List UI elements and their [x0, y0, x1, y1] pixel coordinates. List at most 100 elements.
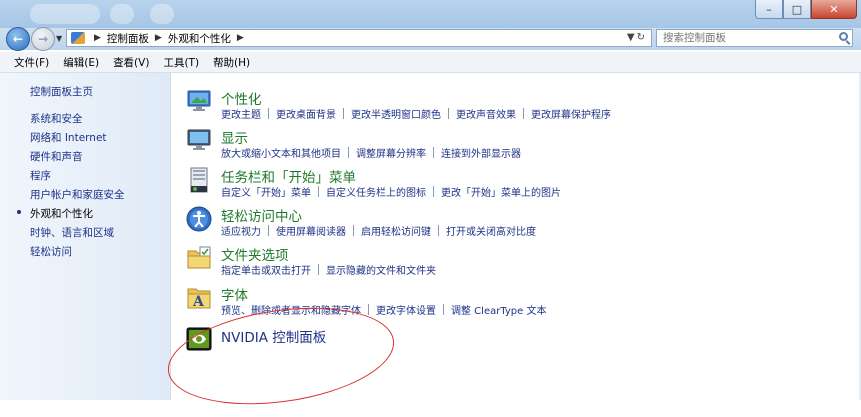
- link-change-desktop-background[interactable]: 更改桌面背景: [276, 106, 336, 121]
- menu-bar: 文件(F) 编辑(E) 查看(V) 工具(T) 帮助(H): [0, 52, 861, 73]
- chevron-right-icon[interactable]: ▶: [237, 33, 244, 43]
- link-divider: [348, 147, 349, 158]
- sidebar-item-user-accounts[interactable]: 用户帐户和家庭安全: [30, 187, 125, 202]
- link-change-window-color[interactable]: 更改半透明窗口颜色: [351, 106, 441, 121]
- link-customize-taskbar-icons[interactable]: 自定义任务栏上的图标: [326, 184, 426, 199]
- link-change-start-picture[interactable]: 更改「开始」菜单上的图片: [441, 184, 561, 199]
- category-folder-options[interactable]: 文件夹选项: [221, 244, 289, 264]
- link-change-sounds[interactable]: 更改声音效果: [456, 106, 516, 121]
- link-divider: [368, 304, 369, 315]
- titlebar-blur: [110, 4, 134, 24]
- display-icon[interactable]: [185, 126, 213, 154]
- refresh-icon[interactable]: ↻: [637, 32, 647, 43]
- folder-options-icon[interactable]: [185, 244, 213, 272]
- link-screen-resolution[interactable]: 调整屏幕分辨率: [356, 145, 426, 160]
- menu-file[interactable]: 文件(F): [8, 55, 55, 70]
- window-controls: – □ ✕: [755, 0, 857, 19]
- link-divider: [353, 225, 354, 236]
- link-divider: [523, 108, 524, 119]
- link-external-display[interactable]: 连接到外部显示器: [441, 145, 521, 160]
- link-change-theme[interactable]: 更改主题: [221, 106, 261, 121]
- link-divider: [448, 108, 449, 119]
- search-input[interactable]: [657, 32, 833, 44]
- ease-of-access-links: 适应视力 使用屏幕阅读器 启用轻松访问键 打开或关闭高对比度: [221, 223, 536, 238]
- sidebar-item-clock-language[interactable]: 时钟、语言和区域: [30, 225, 114, 240]
- sidebar: 控制面板主页 系统和安全 网络和 Internet 硬件和声音 程序 用户帐户和…: [0, 73, 171, 400]
- sidebar-item-hardware-sound[interactable]: 硬件和声音: [30, 149, 83, 164]
- personalization-icon[interactable]: [185, 87, 213, 115]
- link-divider: [443, 304, 444, 315]
- menu-help[interactable]: 帮助(H): [207, 55, 256, 70]
- menu-tools[interactable]: 工具(T): [157, 55, 205, 70]
- link-optimize-visual[interactable]: 适应视力: [221, 223, 261, 238]
- link-change-screensaver[interactable]: 更改屏幕保护程序: [531, 106, 611, 121]
- chevron-down-icon: ▼: [56, 34, 63, 43]
- maximize-icon: □: [791, 2, 803, 16]
- chevron-right-icon[interactable]: ▶: [155, 33, 162, 43]
- category-taskbar-start-menu[interactable]: 任务栏和「开始」菜单: [221, 166, 356, 186]
- link-divider: [268, 225, 269, 236]
- link-screen-reader[interactable]: 使用屏幕阅读器: [276, 223, 346, 238]
- link-high-contrast[interactable]: 打开或关闭高对比度: [446, 223, 536, 238]
- category-personalization[interactable]: 个性化: [221, 88, 262, 108]
- ease-of-access-icon[interactable]: [185, 205, 213, 233]
- address-dropdown-icon[interactable]: ▼: [627, 32, 637, 43]
- recent-pages-dropdown[interactable]: ▼: [56, 34, 62, 43]
- window-titlebar: – □ ✕: [0, 0, 861, 28]
- sidebar-home-link[interactable]: 控制面板主页: [30, 84, 93, 99]
- address-bar[interactable]: ▶ 控制面板 ▶ 外观和个性化 ▶ ▼↻: [66, 29, 652, 47]
- sidebar-item-label: 外观和个性化: [30, 208, 93, 220]
- link-font-settings[interactable]: 更改字体设置: [376, 302, 436, 317]
- taskbar-icon[interactable]: [185, 166, 213, 194]
- display-links: 放大或缩小文本和其他项目 调整屏幕分辨率 连接到外部显示器: [221, 145, 521, 160]
- link-divider: [438, 225, 439, 236]
- link-ease-access-keys[interactable]: 启用轻松访问键: [361, 223, 431, 238]
- link-cleartype[interactable]: 调整 ClearType 文本: [451, 302, 546, 317]
- link-text-size[interactable]: 放大或缩小文本和其他项目: [221, 145, 341, 160]
- close-icon: ✕: [829, 2, 839, 16]
- link-customize-start-menu[interactable]: 自定义「开始」菜单: [221, 184, 311, 199]
- control-panel-icon: [71, 32, 85, 44]
- category-ease-of-access-center[interactable]: 轻松访问中心: [221, 205, 302, 225]
- personalization-links: 更改主题 更改桌面背景 更改半透明窗口颜色 更改声音效果 更改屏幕保护程序: [221, 106, 611, 121]
- minimize-icon: –: [766, 2, 772, 16]
- menu-view[interactable]: 查看(V): [107, 55, 155, 70]
- sidebar-item-network[interactable]: 网络和 Internet: [30, 130, 107, 145]
- category-display[interactable]: 显示: [221, 127, 248, 147]
- link-divider: [433, 147, 434, 158]
- minimize-button[interactable]: –: [755, 0, 783, 19]
- maximize-button[interactable]: □: [783, 0, 811, 19]
- search-icon[interactable]: [839, 32, 848, 41]
- arrow-left-icon: ←: [12, 32, 24, 46]
- link-divider: [343, 108, 344, 119]
- sidebar-item-system-security[interactable]: 系统和安全: [30, 111, 83, 126]
- link-divider: [268, 108, 269, 119]
- titlebar-blur: [150, 4, 174, 24]
- arrow-right-icon: →: [37, 32, 49, 46]
- navigation-bar: ← → ▼ ▶ 控制面板 ▶ 外观和个性化 ▶ ▼↻: [0, 27, 861, 51]
- category-fonts[interactable]: 字体: [221, 284, 248, 304]
- chevron-right-icon[interactable]: ▶: [94, 33, 101, 43]
- forward-button[interactable]: →: [31, 27, 55, 51]
- sidebar-item-appearance[interactable]: 外观和个性化: [17, 206, 93, 221]
- link-divider: [318, 264, 319, 275]
- link-divider: [318, 186, 319, 197]
- active-bullet-icon: [17, 210, 21, 214]
- svg-text:A: A: [192, 294, 205, 310]
- taskbar-links: 自定义「开始」菜单 自定义任务栏上的图标 更改「开始」菜单上的图片: [221, 184, 561, 199]
- sidebar-item-programs[interactable]: 程序: [30, 168, 51, 183]
- address-controls: ▼↻: [627, 32, 647, 43]
- breadcrumb-control-panel[interactable]: 控制面板: [107, 31, 149, 46]
- link-divider: [433, 186, 434, 197]
- close-button[interactable]: ✕: [811, 0, 857, 19]
- link-show-hidden-files[interactable]: 显示隐藏的文件和文件夹: [326, 262, 436, 277]
- breadcrumb-appearance[interactable]: 外观和个性化: [168, 31, 231, 46]
- fonts-icon[interactable]: A: [185, 283, 213, 311]
- folder-options-links: 指定单击或双击打开 显示隐藏的文件和文件夹: [221, 262, 436, 277]
- menu-edit[interactable]: 编辑(E): [57, 55, 105, 70]
- titlebar-blur: [30, 4, 100, 24]
- sidebar-item-ease-of-access[interactable]: 轻松访问: [30, 244, 72, 259]
- link-single-double-click[interactable]: 指定单击或双击打开: [221, 262, 311, 277]
- back-button[interactable]: ←: [6, 27, 30, 51]
- search-box[interactable]: [656, 29, 853, 47]
